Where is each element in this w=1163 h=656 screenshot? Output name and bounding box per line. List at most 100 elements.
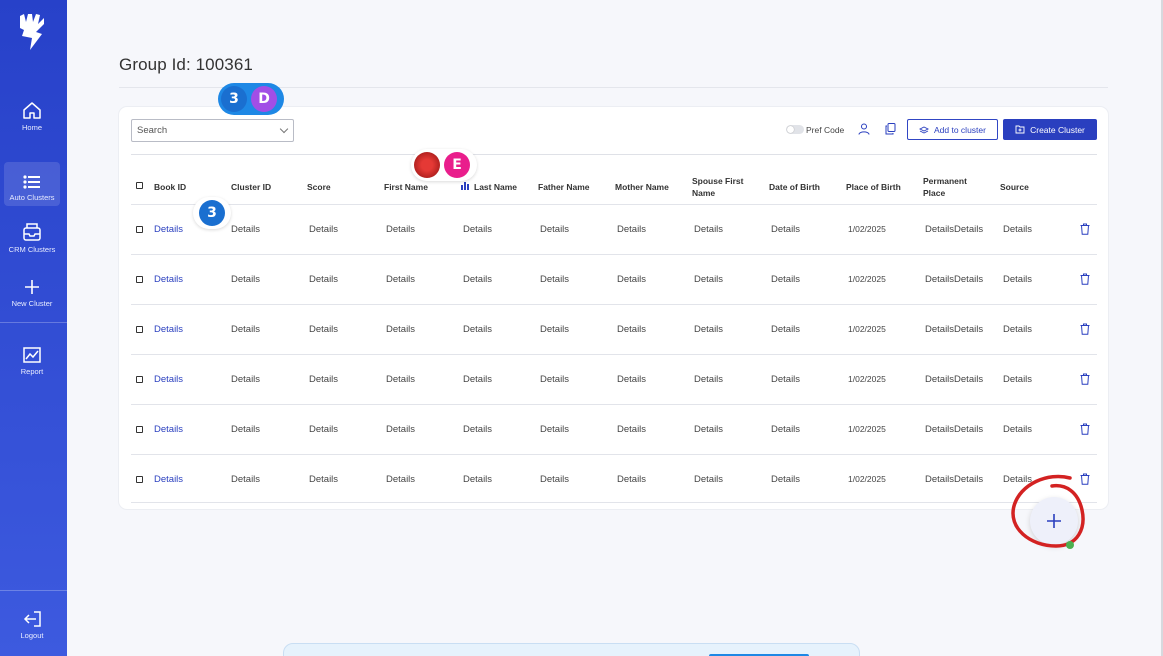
row-checkbox[interactable] bbox=[136, 426, 143, 433]
table-cell: 1/02/2025 bbox=[848, 274, 886, 284]
sidebar: Home Auto Clusters CRM Clusters New Clus… bbox=[0, 0, 67, 656]
collaborator-avatar: D bbox=[251, 86, 277, 112]
table-cell: Details bbox=[231, 374, 261, 385]
table-cell: Details bbox=[463, 324, 493, 335]
sidebar-item-label: Home bbox=[21, 123, 42, 132]
column-header[interactable]: Mother Name bbox=[615, 181, 669, 193]
book-id-link[interactable]: Details bbox=[154, 474, 183, 485]
table-row[interactable]: Details Details Details Details Details Detai… bbox=[131, 204, 1097, 254]
sidebar-divider bbox=[0, 322, 67, 323]
table-cell: Details bbox=[1003, 424, 1033, 435]
select-all-checkbox[interactable] bbox=[136, 182, 143, 189]
table-cell: 1/02/2025 bbox=[848, 224, 886, 234]
column-header[interactable]: Cluster ID bbox=[231, 181, 271, 193]
sidebar-item-crm-clusters[interactable]: CRM Clusters bbox=[4, 214, 60, 258]
column-header[interactable]: First Name bbox=[384, 181, 428, 193]
column-header[interactable]: Permanent Place bbox=[923, 175, 981, 199]
chevron-down-icon bbox=[279, 124, 289, 134]
row-checkbox[interactable] bbox=[136, 376, 143, 383]
user-icon[interactable] bbox=[858, 123, 870, 135]
table-cell: 1/02/2025 bbox=[848, 474, 886, 484]
logo-icon[interactable] bbox=[16, 12, 48, 52]
sidebar-item-home[interactable]: Home bbox=[4, 92, 60, 136]
table-bottom-border bbox=[131, 502, 1097, 503]
sidebar-item-label: CRM Clusters bbox=[8, 245, 56, 254]
table-cell: Details bbox=[386, 274, 416, 285]
pref-code-toggle[interactable] bbox=[786, 125, 804, 134]
add-to-cluster-button[interactable]: Add to cluster bbox=[907, 119, 998, 140]
book-id-link[interactable]: Details bbox=[154, 374, 183, 385]
copy-icon[interactable] bbox=[885, 123, 896, 135]
add-to-cluster-label: Add to cluster bbox=[934, 124, 986, 135]
table-cell: Details bbox=[694, 474, 724, 485]
sidebar-item-auto-clusters[interactable]: Auto Clusters bbox=[4, 162, 60, 206]
column-header[interactable]: Source bbox=[1000, 181, 1029, 193]
bottom-panel[interactable] bbox=[283, 643, 860, 656]
column-header[interactable]: Date of Birth bbox=[769, 181, 820, 193]
search-placeholder: Search bbox=[137, 125, 168, 136]
sidebar-item-report[interactable]: Report bbox=[4, 336, 60, 380]
delete-icon[interactable] bbox=[1080, 423, 1090, 435]
collaborator-badge[interactable]: 3 bbox=[193, 197, 231, 229]
table-cell: Details bbox=[694, 274, 724, 285]
table-cell: Details bbox=[463, 424, 493, 435]
table-cell: Details bbox=[309, 474, 339, 485]
logout-button[interactable]: Logout bbox=[4, 600, 60, 644]
collaborator-group[interactable]: 3 D bbox=[218, 83, 284, 115]
column-header[interactable]: Place of Birth bbox=[846, 181, 901, 193]
table-cell: Details bbox=[540, 274, 570, 285]
book-id-link[interactable]: Details bbox=[154, 224, 183, 235]
delete-icon[interactable] bbox=[1080, 323, 1090, 335]
sidebar-item-label: New Cluster bbox=[11, 299, 53, 308]
column-header[interactable]: Score bbox=[307, 181, 331, 193]
table-cell: DetailsDetails bbox=[925, 424, 984, 435]
table-cell: DetailsDetails bbox=[925, 274, 984, 285]
table-row[interactable]: Details Details Details Details Details Detai… bbox=[131, 254, 1097, 304]
chart-icon bbox=[23, 347, 41, 363]
table-row[interactable]: Details Details Details Details Details Detai… bbox=[131, 454, 1097, 504]
table-row[interactable]: Details Details Details Details Details Detai… bbox=[131, 404, 1097, 454]
sidebar-divider bbox=[0, 590, 67, 591]
home-icon bbox=[23, 102, 41, 119]
column-header[interactable]: Last Name bbox=[474, 181, 517, 193]
table-cell: Details bbox=[386, 374, 416, 385]
table-cell: Details bbox=[540, 474, 570, 485]
sidebar-item-label: Auto Clusters bbox=[9, 193, 55, 202]
table-cell: Details bbox=[540, 224, 570, 235]
inbox-icon bbox=[23, 223, 41, 241]
collaborator-count: 3 bbox=[199, 200, 225, 226]
delete-icon[interactable] bbox=[1080, 273, 1090, 285]
book-id-link[interactable]: Details bbox=[154, 274, 183, 285]
column-header[interactable]: Father Name bbox=[538, 181, 590, 193]
book-id-link[interactable]: Details bbox=[154, 324, 183, 335]
table-row[interactable]: Details Details Details Details Details Detai… bbox=[131, 354, 1097, 404]
collaborator-group[interactable]: E bbox=[411, 149, 477, 181]
create-cluster-label: Create Cluster bbox=[1030, 124, 1085, 135]
table-cell: Details bbox=[617, 324, 647, 335]
collaborator-count: 3 bbox=[221, 86, 247, 112]
column-header[interactable]: Spouse First Name bbox=[692, 175, 754, 199]
create-cluster-button[interactable]: Create Cluster bbox=[1003, 119, 1097, 140]
table-cell: Details bbox=[771, 424, 801, 435]
delete-icon[interactable] bbox=[1080, 223, 1090, 235]
row-checkbox[interactable] bbox=[136, 476, 143, 483]
table-cell: Details bbox=[463, 474, 493, 485]
row-checkbox[interactable] bbox=[136, 326, 143, 333]
book-id-link[interactable]: Details bbox=[154, 424, 183, 435]
table-cell: DetailsDetails bbox=[925, 374, 984, 385]
sidebar-item-new-cluster[interactable]: New Cluster bbox=[4, 268, 60, 312]
row-checkbox[interactable] bbox=[136, 226, 143, 233]
column-header[interactable]: Book ID bbox=[154, 181, 186, 193]
sort-bars-icon[interactable] bbox=[461, 182, 469, 190]
search-input[interactable]: Search bbox=[131, 119, 294, 142]
row-checkbox[interactable] bbox=[136, 276, 143, 283]
table-cell: Details bbox=[617, 374, 647, 385]
table-cell: Details bbox=[386, 324, 416, 335]
table-cell: Details bbox=[617, 274, 647, 285]
delete-icon[interactable] bbox=[1080, 373, 1090, 385]
table-cell: Details bbox=[463, 224, 493, 235]
table-cell: Details bbox=[386, 424, 416, 435]
table-cell: DetailsDetails bbox=[925, 474, 984, 485]
table-cell: Details bbox=[463, 374, 493, 385]
table-row[interactable]: Details Details Details Details Details Detai… bbox=[131, 304, 1097, 354]
